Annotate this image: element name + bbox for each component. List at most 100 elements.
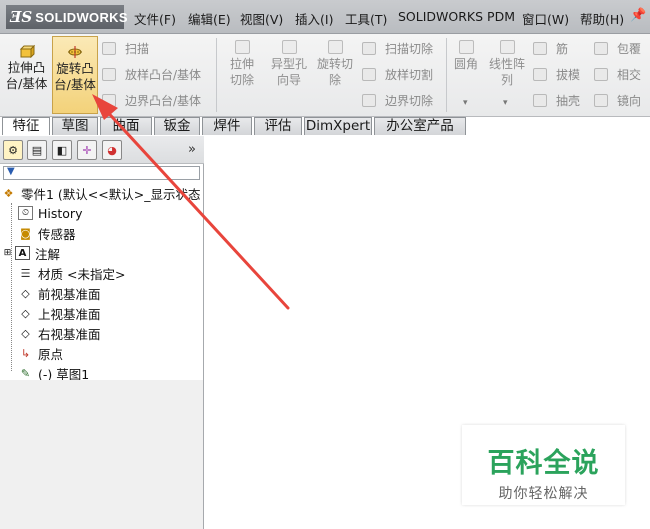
boundary-boss-button[interactable]: 边界凸台/基体 xyxy=(102,90,201,110)
tree-item-label: 前视基准面 xyxy=(38,286,101,302)
menu-edit[interactable]: 编辑(E) xyxy=(188,9,231,28)
menu-pdm[interactable]: SOLIDWORKS PDM xyxy=(398,9,515,24)
intersect-button[interactable]: 相交 xyxy=(594,64,641,84)
boundary-boss-icon xyxy=(102,93,116,107)
tree-item-label: 材质 <未指定> xyxy=(38,266,126,282)
menu-window[interactable]: 窗口(W) xyxy=(522,9,569,28)
extrude-cut-icon xyxy=(234,40,250,54)
menu-file[interactable]: 文件(F) xyxy=(134,9,176,28)
tree-item-sensors[interactable]: ◙ 传感器 xyxy=(18,223,76,243)
feature-tree: ❖ 零件1 (默认<<默认>_显示状态 ⏲ History ◙ 传感器 ⊞ A … xyxy=(0,183,204,383)
solidworks-logo[interactable]: ƎS SOLIDWORKS xyxy=(6,5,128,29)
boundary-cut-button[interactable]: 边界切除 xyxy=(362,90,433,110)
fillet-dropdown-icon[interactable]: ▾ xyxy=(463,98,468,108)
hole-wizard-label: 异型孔向导 xyxy=(270,57,307,87)
watermark-subtitle: 助你轻松解决 xyxy=(498,486,589,502)
lofted-cut-button[interactable]: 放样切割 xyxy=(362,64,433,84)
tab-weldments[interactable]: 焊件 xyxy=(202,117,252,135)
rib-button[interactable]: 筋 xyxy=(533,38,568,58)
command-manager-tabs: 特征 草图 曲面 钣金 焊件 评估 DimXpert 办公室产品 xyxy=(0,117,650,135)
revolve-cut-button[interactable]: 旋转切除 xyxy=(314,40,356,88)
plane-icon: ◇ xyxy=(21,306,30,320)
fillet-button[interactable]: 圆角 xyxy=(450,40,482,72)
pin-icon[interactable]: 📌 xyxy=(630,8,646,24)
wrap-icon xyxy=(594,41,608,55)
tab-sketch[interactable]: 草图 xyxy=(52,117,98,135)
tab-evaluate[interactable]: 评估 xyxy=(254,117,302,135)
loft-boss-label: 放样凸台/基体 xyxy=(125,67,202,82)
display-manager-tab-icon[interactable]: ◕ xyxy=(102,140,122,160)
tab-features[interactable]: 特征 xyxy=(2,117,50,135)
extrude-cut-button[interactable]: 拉伸切除 xyxy=(221,40,263,88)
plane-icon: ◇ xyxy=(21,326,30,340)
sweep-button[interactable]: 扫描 xyxy=(102,38,149,58)
expand-icon[interactable]: ⊞ xyxy=(3,246,12,260)
loft-boss-button[interactable]: 放样凸台/基体 xyxy=(102,64,201,84)
fillet-icon xyxy=(458,40,474,54)
revolve-cut-icon xyxy=(327,40,343,54)
linear-pattern-button[interactable]: 线性阵列 xyxy=(486,40,528,88)
pattern-dropdown-icon[interactable]: ▾ xyxy=(503,98,508,108)
property-manager-tab-icon[interactable]: ▤ xyxy=(27,140,47,160)
tree-item-label: 注解 xyxy=(35,246,61,262)
tree-item-label: 原点 xyxy=(38,346,64,362)
revolve-boss-icon xyxy=(68,46,82,58)
feature-filter-input[interactable]: ▼ xyxy=(3,166,200,180)
tree-line xyxy=(11,203,12,371)
menu-insert[interactable]: 插入(I) xyxy=(295,9,333,28)
swept-cut-button[interactable]: 扫描切除 xyxy=(362,38,433,58)
draft-icon xyxy=(533,67,547,81)
rib-label: 筋 xyxy=(556,41,569,56)
menu-bar: ƎS SOLIDWORKS 文件(F) 编辑(E) 视图(V) 插入(I) 工具… xyxy=(0,0,650,34)
draft-button[interactable]: 拔模 xyxy=(533,64,580,84)
menu-tools[interactable]: 工具(T) xyxy=(345,9,387,28)
shell-icon xyxy=(533,93,547,107)
tree-root-label: 零件1 (默认<<默认>_显示状态 xyxy=(21,186,201,202)
intersect-icon xyxy=(594,67,608,81)
lofted-cut-icon xyxy=(362,67,376,81)
linear-pattern-label: 线性阵列 xyxy=(488,57,525,87)
tree-item-material[interactable]: ☰ 材质 <未指定> xyxy=(18,263,126,283)
extrude-boss-button[interactable]: 拉伸凸台/基体 xyxy=(3,36,50,114)
tree-item-origin[interactable]: ↳ 原点 xyxy=(18,343,63,363)
separator xyxy=(446,38,447,112)
fillet-label: 圆角 xyxy=(453,57,478,71)
shell-button[interactable]: 抽壳 xyxy=(533,90,580,110)
tab-dimxpert[interactable]: DimXpert xyxy=(304,117,372,135)
swept-cut-label: 扫描切除 xyxy=(385,41,434,56)
boundary-boss-label: 边界凸台/基体 xyxy=(125,93,202,108)
tree-item-top-plane[interactable]: ◇ 上视基准面 xyxy=(18,303,100,323)
wrap-button[interactable]: 包覆 xyxy=(594,38,641,58)
tab-office-products[interactable]: 办公室产品 xyxy=(374,117,466,135)
separator xyxy=(216,38,217,112)
intersect-label: 相交 xyxy=(617,67,642,82)
tree-item-history[interactable]: ⏲ History xyxy=(18,203,82,223)
revolve-boss-label: 旋转凸台/基体 xyxy=(54,61,96,92)
plane-icon: ◇ xyxy=(21,286,30,300)
loft-boss-icon xyxy=(102,67,116,81)
tab-sheet-metal[interactable]: 钣金 xyxy=(154,117,200,135)
menu-view[interactable]: 视图(V) xyxy=(240,9,283,28)
tree-root-part[interactable]: ❖ 零件1 (默认<<默认>_显示状态 xyxy=(1,183,201,203)
feature-tree-tab-icon[interactable]: ⚙ xyxy=(3,140,23,160)
hole-wizard-button[interactable]: 异型孔向导 xyxy=(267,40,311,88)
history-icon: ⏲ xyxy=(18,206,33,220)
revolve-cut-label: 旋转切除 xyxy=(316,57,353,87)
tab-surfaces[interactable]: 曲面 xyxy=(100,117,152,135)
hole-wizard-icon xyxy=(281,40,297,54)
tree-item-front-plane[interactable]: ◇ 前视基准面 xyxy=(18,283,101,303)
more-tabs-icon[interactable]: » xyxy=(188,142,196,157)
tree-item-label: 右视基准面 xyxy=(38,326,101,342)
revolve-boss-button[interactable]: 旋转凸台/基体 xyxy=(52,36,98,114)
mirror-button[interactable]: 镜向 xyxy=(594,90,641,110)
draft-label: 拔模 xyxy=(556,67,581,82)
configuration-manager-tab-icon[interactable]: ◧ xyxy=(52,140,72,160)
menu-help[interactable]: 帮助(H) xyxy=(580,9,624,28)
tree-item-label: 传感器 xyxy=(38,226,76,242)
ds-logo-mark: ƎS xyxy=(10,8,33,26)
tree-item-annotations[interactable]: ⊞ A 注解 xyxy=(3,243,60,263)
material-icon: ☰ xyxy=(20,266,31,280)
dimxpert-tab-icon[interactable]: ✛ xyxy=(77,140,97,160)
tree-item-right-plane[interactable]: ◇ 右视基准面 xyxy=(18,323,101,343)
feature-manager-panel: ⚙ ▤ ◧ ✛ ◕ » ▼ ❖ 零件1 (默认<<默认>_显示状态 ⏲ Hist… xyxy=(0,136,204,529)
